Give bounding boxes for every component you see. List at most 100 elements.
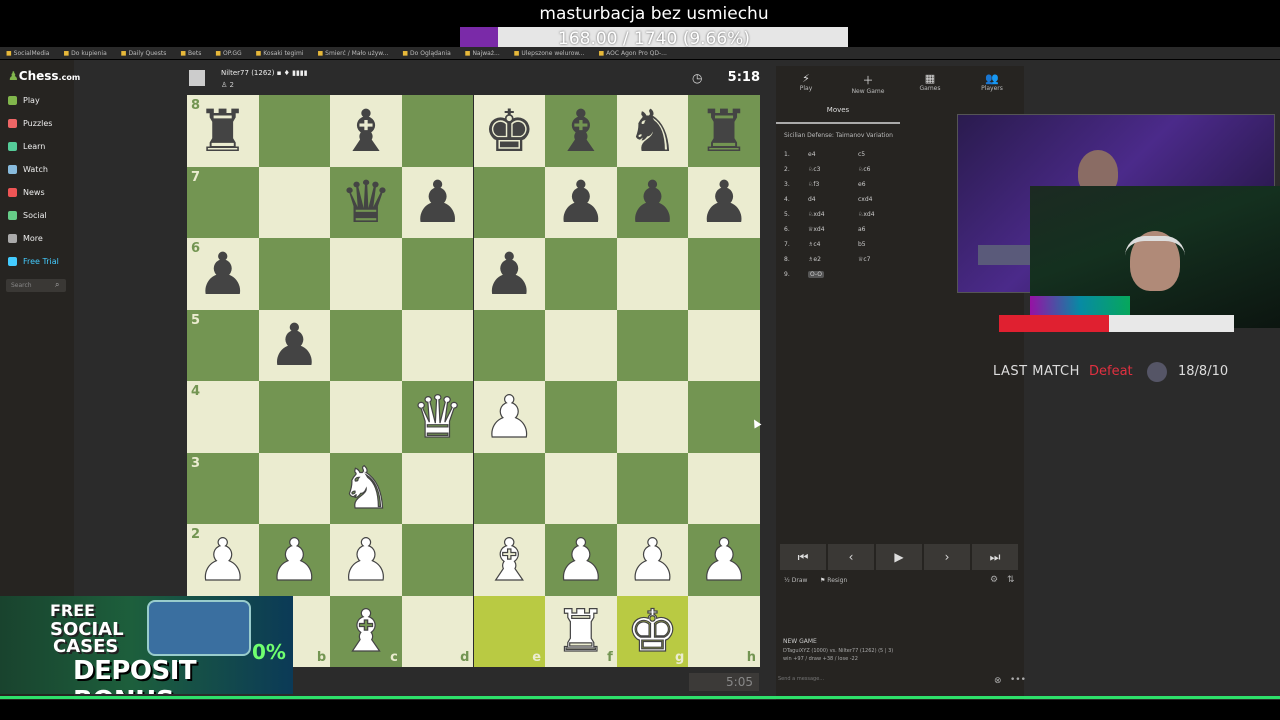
square-e3[interactable] — [473, 452, 546, 524]
tab-new-game[interactable]: ＋ New Game — [843, 72, 893, 95]
black-move[interactable]: ♕c7 — [858, 256, 871, 263]
square-d8[interactable] — [401, 95, 474, 167]
square-d2[interactable] — [401, 524, 474, 596]
sidebar-item-free-trial[interactable]: Free Trial — [8, 257, 59, 266]
white-move[interactable]: ♘c3 — [808, 166, 821, 173]
black-move[interactable]: a6 — [858, 226, 866, 233]
white-move[interactable]: ♗e2 — [808, 256, 821, 263]
search-icon[interactable]: ⌕ — [55, 280, 59, 290]
square-g5[interactable] — [616, 309, 689, 381]
square-a6[interactable]: ♟ 6 — [187, 238, 259, 310]
white-pawn-icon[interactable]: ♟ — [626, 530, 679, 589]
black-queen-icon[interactable]: ♛ — [340, 173, 392, 231]
white-pawn-icon[interactable]: ♟ — [196, 530, 249, 589]
square-e6[interactable]: ♟ — [473, 238, 546, 310]
white-bishop-icon[interactable]: ♝ — [483, 530, 536, 589]
square-f2[interactable]: ♟ — [545, 524, 617, 596]
black-rook-icon[interactable]: ♜ — [698, 102, 750, 160]
promo-banner[interactable]: FREE SOCIAL CASES 0% DEPOSIT BONUS — [0, 596, 293, 694]
square-a7[interactable]: 7 — [187, 166, 259, 238]
black-move[interactable]: c5 — [858, 151, 865, 158]
tab-play[interactable]: ⚡ Play — [781, 72, 831, 92]
square-g8[interactable]: ♞ — [616, 95, 689, 167]
sidebar-item-puzzles[interactable]: Puzzles — [8, 119, 52, 128]
square-g7[interactable]: ♟ — [616, 166, 689, 238]
square-b8[interactable] — [258, 95, 331, 167]
white-king-icon[interactable]: ♚ — [626, 602, 679, 661]
black-pawn-icon[interactable]: ♟ — [412, 173, 464, 231]
square-a3[interactable]: 3 — [187, 452, 259, 524]
close-icon[interactable]: ⊗ — [994, 676, 1002, 686]
square-b4[interactable] — [258, 381, 331, 453]
white-move[interactable]: ♘f3 — [808, 181, 819, 188]
black-pawn-icon[interactable]: ♟ — [698, 173, 750, 231]
square-c8[interactable]: ♝ — [330, 95, 402, 167]
bookmark-item[interactable]: OP.GG — [215, 50, 242, 57]
black-king-icon[interactable]: ♚ — [483, 102, 535, 160]
black-pawn-icon[interactable]: ♟ — [627, 173, 679, 231]
bookmark-item[interactable]: Smierć / Mało używ... — [318, 50, 388, 57]
square-f8[interactable]: ♝ — [545, 95, 617, 167]
avatar[interactable] — [189, 70, 205, 86]
more-options-icon[interactable]: ••• — [1010, 675, 1026, 685]
square-f7[interactable]: ♟ — [545, 166, 617, 238]
square-f6[interactable] — [545, 238, 617, 310]
square-f3[interactable] — [545, 452, 617, 524]
square-g2[interactable]: ♟ — [616, 524, 689, 596]
next-move-button[interactable]: › — [924, 544, 970, 570]
black-move[interactable]: cxd4 — [858, 196, 872, 203]
square-h6[interactable] — [688, 238, 760, 310]
square-h1[interactable]: h — [688, 595, 760, 667]
square-e2[interactable]: ♝ — [473, 524, 546, 596]
chesscom-logo[interactable]: ♟Chess.com — [8, 69, 80, 83]
sidebar-item-more[interactable]: More — [8, 234, 43, 243]
bookmark-item[interactable]: Kosaki tegimi — [256, 50, 303, 57]
square-h8[interactable]: ♜ — [688, 95, 760, 167]
white-rook-icon[interactable]: ♜ — [554, 602, 607, 661]
black-pawn-icon[interactable]: ♟ — [483, 245, 535, 303]
bookmark-item[interactable]: Do Oglądania — [402, 50, 451, 57]
square-a4[interactable]: 4 — [187, 381, 259, 453]
square-e4[interactable]: ♟ — [473, 381, 546, 453]
top-player-name[interactable]: Nilter77 (1262) ▪ ♦ ▮▮▮▮ — [221, 69, 308, 77]
black-move[interactable]: ♘c6 — [858, 166, 871, 173]
flip-board-icon[interactable]: ⇅ — [1007, 575, 1015, 585]
square-b2[interactable]: ♟ — [258, 524, 331, 596]
bookmark-item[interactable]: Najważ... — [465, 50, 499, 57]
bookmark-item[interactable]: Ulepszone welurow... — [514, 50, 584, 57]
square-e7[interactable] — [473, 166, 546, 238]
resign-button[interactable]: ⚑ Resign — [820, 577, 847, 584]
chess-board[interactable]: ♜ 8 ♝ ♚ ♝ ♞ ♜ 7 ♛ ♟ ♟ ♟ ♟ ♟ 6 ♟ 5 ♟ 4 ♛ ♟ 3 ♞ ♟ 2 ♟ ♟ ♝ ♟ ♟ ♟ b ♝ c d e ♜ f ♚ g… — [187, 95, 760, 667]
black-knight-icon[interactable]: ♞ — [627, 102, 679, 160]
sidebar-item-watch[interactable]: Watch — [8, 165, 48, 174]
square-g1[interactable]: ♚ g — [616, 595, 689, 667]
black-move[interactable]: e6 — [858, 181, 866, 188]
opening-name[interactable]: Sicilian Defense: Taimanov Variation — [784, 132, 893, 139]
square-d1[interactable]: d — [401, 595, 474, 667]
white-bishop-icon[interactable]: ♝ — [339, 602, 392, 661]
square-c6[interactable] — [330, 238, 402, 310]
square-a5[interactable]: 5 — [187, 309, 259, 381]
white-queen-icon[interactable]: ♛ — [411, 387, 464, 446]
square-c7[interactable]: ♛ — [330, 166, 402, 238]
square-d3[interactable] — [401, 452, 474, 524]
white-move[interactable]: ♕xd4 — [808, 226, 825, 233]
square-e1[interactable]: e — [473, 595, 546, 667]
square-c3[interactable]: ♞ — [330, 452, 402, 524]
sidebar-item-social[interactable]: Social — [8, 211, 47, 220]
square-d7[interactable]: ♟ — [401, 166, 474, 238]
tab-players[interactable]: 👥 Players — [967, 72, 1017, 92]
black-pawn-icon[interactable]: ♟ — [555, 173, 607, 231]
white-pawn-icon[interactable]: ♟ — [698, 530, 751, 589]
square-g3[interactable] — [616, 452, 689, 524]
square-c2[interactable]: ♟ — [330, 524, 402, 596]
bookmark-item[interactable]: Do kupienia — [63, 50, 107, 57]
square-e8[interactable]: ♚ — [473, 95, 546, 167]
black-move[interactable]: b5 — [858, 241, 866, 248]
tab-games[interactable]: ▦ Games — [905, 72, 955, 92]
sidebar-item-news[interactable]: News — [8, 188, 45, 197]
black-rook-icon[interactable]: ♜ — [197, 102, 249, 160]
square-h3[interactable] — [688, 452, 760, 524]
square-h5[interactable] — [688, 309, 760, 381]
square-h2[interactable]: ♟ — [688, 524, 760, 596]
